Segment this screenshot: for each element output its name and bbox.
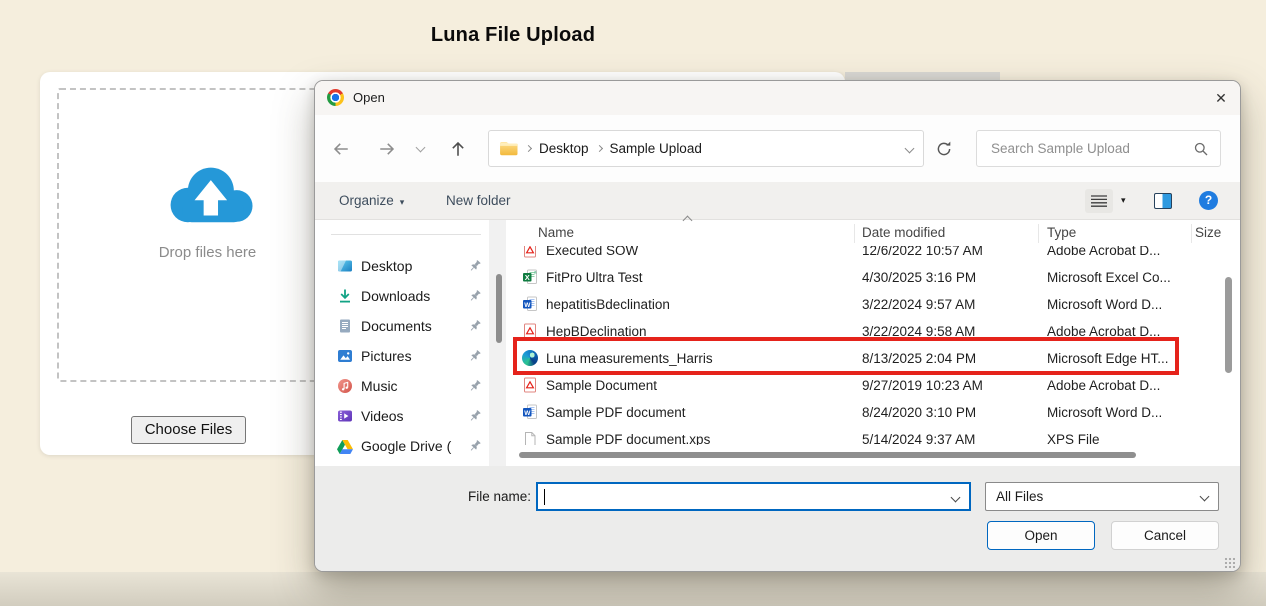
sidebar-item-documents[interactable]: Documents xyxy=(315,311,489,341)
page-root: Luna File Upload Drop files here Choose … xyxy=(0,0,1266,606)
vertical-scrollbar-thumb[interactable] xyxy=(1225,277,1232,373)
dropzone-text: Drop files here xyxy=(125,244,290,261)
chevron-down-icon xyxy=(1200,492,1210,502)
refresh-icon[interactable] xyxy=(935,140,953,158)
open-dialog: Open ✕ Desktop Sample Upload xyxy=(314,80,1241,572)
downloads-icon xyxy=(337,288,353,304)
word-file-icon xyxy=(522,296,538,312)
search-box xyxy=(976,130,1221,167)
music-icon xyxy=(337,378,353,394)
dialog-footer: File name: All Files Open Cancel xyxy=(315,466,1240,572)
search-input[interactable] xyxy=(977,131,1220,166)
resize-grip[interactable] xyxy=(1224,557,1235,568)
excel-file-icon xyxy=(522,269,538,285)
column-divider[interactable] xyxy=(854,224,855,243)
close-icon[interactable]: ✕ xyxy=(1207,87,1235,109)
google-drive-icon xyxy=(337,439,353,455)
up-button[interactable] xyxy=(449,140,467,158)
breadcrumb[interactable]: Desktop Sample Upload xyxy=(488,130,924,167)
sidebar-item-downloads[interactable]: Downloads xyxy=(315,281,489,311)
breadcrumb-desktop[interactable]: Desktop xyxy=(539,141,589,156)
pdf-file-icon xyxy=(522,246,538,258)
column-divider[interactable] xyxy=(1038,224,1039,243)
pin-icon xyxy=(468,319,482,333)
table-row[interactable]: Executed SOW 12/6/2022 10:57 AM Adobe Ac… xyxy=(506,246,1218,264)
videos-icon xyxy=(337,408,353,424)
choose-files-button[interactable]: Choose Files xyxy=(131,416,246,444)
sidebar-divider xyxy=(331,234,481,235)
folder-icon xyxy=(499,141,518,156)
page-title: Luna File Upload xyxy=(363,24,663,47)
column-header-date[interactable]: Date modified xyxy=(862,225,945,240)
sidebar-item-pictures[interactable]: Pictures xyxy=(315,341,489,371)
pin-icon xyxy=(468,289,482,303)
pin-icon xyxy=(468,439,482,453)
dialog-content: Desktop Downloads Documents Pictures Mus xyxy=(315,220,1240,466)
file-list: Name Date modified Type Size Executed SO… xyxy=(506,220,1240,466)
table-row[interactable]: Sample PDF document.xps 5/14/2024 9:37 A… xyxy=(506,426,1218,445)
search-icon xyxy=(1193,141,1209,157)
pdf-file-icon xyxy=(522,377,538,393)
recent-locations-chevron-icon[interactable] xyxy=(416,143,426,153)
documents-icon xyxy=(337,318,353,334)
table-row[interactable]: hepatitisBdeclination 3/22/2024 9:57 AM … xyxy=(506,291,1218,318)
chevron-down-icon: ▾ xyxy=(400,197,405,207)
pin-icon xyxy=(468,409,482,423)
chrome-icon xyxy=(327,89,344,106)
file-name-input[interactable] xyxy=(536,482,971,511)
text-caret xyxy=(544,489,545,505)
cloud-upload-icon xyxy=(161,160,253,227)
horizontal-scrollbar-thumb[interactable] xyxy=(519,452,1136,458)
forward-button[interactable] xyxy=(378,140,396,158)
column-header-name[interactable]: Name xyxy=(538,225,574,240)
view-list-icon[interactable] xyxy=(1085,189,1113,213)
column-header-type[interactable]: Type xyxy=(1047,225,1076,240)
navigation-row: Desktop Sample Upload xyxy=(315,115,1240,182)
back-button[interactable] xyxy=(332,140,350,158)
table-row[interactable]: Sample PDF document 8/24/2020 3:10 PM Mi… xyxy=(506,399,1218,426)
address-dropdown-chevron-icon[interactable] xyxy=(905,144,915,154)
open-button[interactable]: Open xyxy=(987,521,1095,550)
organize-menu[interactable]: Organize▾ xyxy=(339,182,404,219)
pin-icon xyxy=(468,379,482,393)
dialog-title: Open xyxy=(353,90,385,105)
view-options-chevron-icon[interactable]: ▾ xyxy=(1121,195,1126,206)
sidebar-item-google-drive[interactable]: Google Drive ( xyxy=(315,431,489,461)
file-name-label: File name: xyxy=(395,482,531,511)
table-row[interactable]: Sample Document 9/27/2019 10:23 AM Adobe… xyxy=(506,372,1218,399)
xps-file-icon xyxy=(522,431,538,445)
breadcrumb-sample-upload[interactable]: Sample Upload xyxy=(610,141,702,156)
list-header: Name Date modified Type Size xyxy=(506,220,1240,246)
chevron-right-icon xyxy=(525,145,532,152)
highlight-annotation xyxy=(513,337,1179,375)
pin-icon xyxy=(468,349,482,363)
desktop-icon xyxy=(337,258,353,274)
preview-pane-icon[interactable] xyxy=(1154,193,1172,209)
word-file-icon xyxy=(522,404,538,420)
sidebar-item-music[interactable]: Music xyxy=(315,371,489,401)
help-icon[interactable]: ? xyxy=(1199,191,1218,210)
pictures-icon xyxy=(337,348,353,364)
dialog-toolbar: Organize▾ New folder ▾ ? xyxy=(315,182,1240,220)
column-divider[interactable] xyxy=(1191,224,1192,243)
file-type-select[interactable]: All Files xyxy=(985,482,1219,511)
table-row[interactable]: FitPro Ultra Test 4/30/2025 3:16 PM Micr… xyxy=(506,264,1218,291)
chevron-right-icon xyxy=(595,145,602,152)
chevron-down-icon[interactable] xyxy=(951,493,961,503)
page-bottom-band xyxy=(0,572,1266,606)
sidebar-scrollbar-thumb[interactable] xyxy=(496,274,502,343)
dialog-titlebar: Open ✕ xyxy=(315,81,1240,115)
pin-icon xyxy=(468,259,482,273)
sidebar-scrollbar[interactable] xyxy=(489,220,506,466)
sidebar-item-desktop[interactable]: Desktop xyxy=(315,251,489,281)
new-folder-button[interactable]: New folder xyxy=(446,182,511,219)
column-header-size[interactable]: Size xyxy=(1195,225,1221,240)
cancel-button[interactable]: Cancel xyxy=(1111,521,1219,550)
sidebar-item-videos[interactable]: Videos xyxy=(315,401,489,431)
